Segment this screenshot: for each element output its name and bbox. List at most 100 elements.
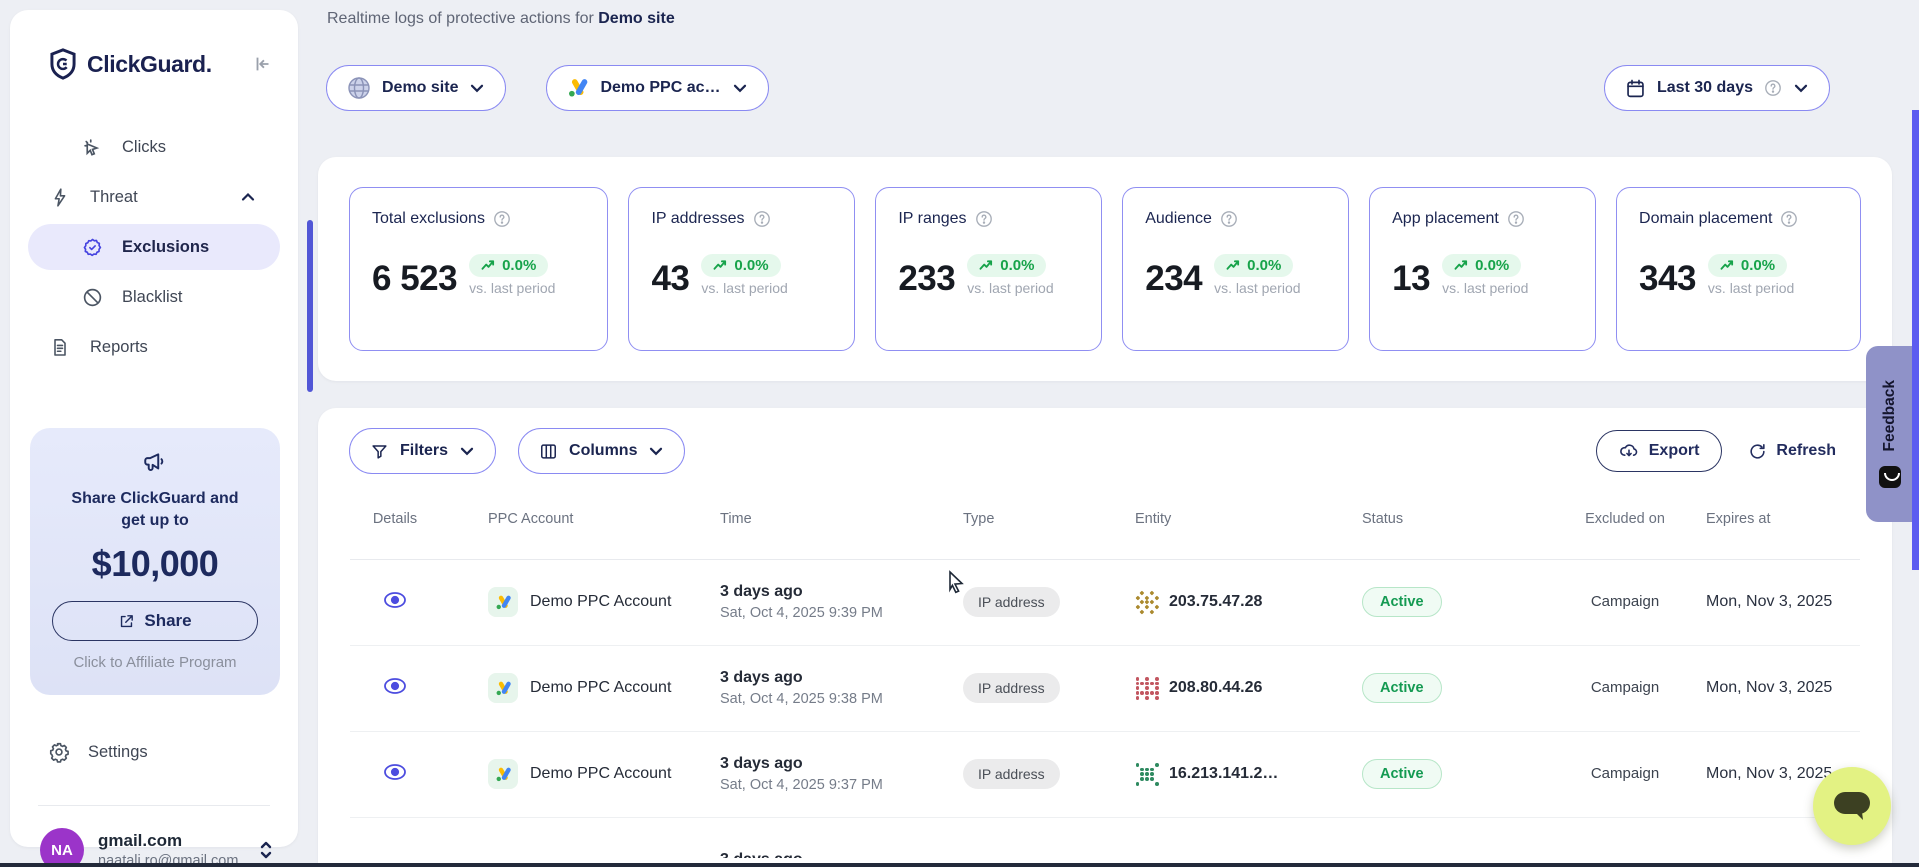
calendar-icon xyxy=(1625,78,1646,99)
entity-identicon xyxy=(1135,590,1159,614)
affiliate-promo-card[interactable]: Share ClickGuard and get up to $10,000 S… xyxy=(30,428,280,695)
refresh-button[interactable]: Refresh xyxy=(1748,442,1836,461)
badge-check-icon xyxy=(80,237,104,258)
chat-widget-button[interactable] xyxy=(1813,767,1891,845)
brand-row: ClickGuard. xyxy=(10,10,298,80)
table-row: Demo PPC Account3 days agoSat, Oct 4, 20… xyxy=(350,732,1860,818)
subtitle-site-name: Demo site xyxy=(598,10,674,27)
sidebar-item-exclusions[interactable]: Exclusions xyxy=(28,224,280,270)
megaphone-icon xyxy=(46,450,264,476)
view-details-eye-icon[interactable] xyxy=(383,591,407,609)
user-account[interactable]: NA gmail.com naatali.ro@gmail.com xyxy=(40,828,274,867)
col-excluded-on: Excluded on xyxy=(1585,510,1665,529)
divider xyxy=(38,805,270,806)
stat-value: 234 xyxy=(1145,261,1202,296)
stat-card-audience: Audience2340.0%vs. last period xyxy=(1122,187,1349,351)
stat-card-app-placement: App placement130.0%vs. last period xyxy=(1369,187,1596,351)
stat-delta-badge: 0.0% xyxy=(1214,254,1293,277)
stat-caption: vs. last period xyxy=(967,280,1053,296)
chevron-up-icon[interactable] xyxy=(240,189,256,205)
google-ads-icon xyxy=(567,77,589,99)
entity-value: 203.75.47.28 xyxy=(1169,593,1262,611)
chevron-down-icon xyxy=(648,443,664,459)
globe-icon xyxy=(347,76,371,100)
filters-button[interactable]: Filters xyxy=(349,428,496,474)
stat-caption: vs. last period xyxy=(1442,280,1528,296)
chevron-down-icon xyxy=(469,80,485,96)
help-icon xyxy=(493,210,511,228)
stat-card-ip-ranges: IP ranges2330.0%vs. last period xyxy=(875,187,1102,351)
status-badge: Active xyxy=(1362,673,1442,703)
window-bottom-edge xyxy=(0,863,1919,867)
sidebar-collapse-icon[interactable] xyxy=(252,53,274,75)
cloud-download-icon xyxy=(1619,441,1639,461)
sidebar-item-clicks[interactable]: Clicks xyxy=(28,124,280,170)
stats-panel: Total exclusions6 5230.0%vs. last period… xyxy=(318,157,1892,381)
time-relative: 3 days ago xyxy=(720,669,950,687)
google-ads-icon xyxy=(488,759,518,789)
stat-title: Domain placement xyxy=(1639,210,1772,228)
chevron-down-icon xyxy=(732,80,748,96)
ppc-account-name: Demo PPC Account xyxy=(530,593,671,611)
col-ppc-account: PPC Account xyxy=(440,510,700,529)
nav-scrollbar[interactable] xyxy=(307,220,313,392)
feedback-label: Feedback xyxy=(1881,380,1899,452)
sidebar-item-label: Reports xyxy=(90,338,148,357)
view-details-eye-icon[interactable] xyxy=(383,763,407,781)
ppc-account-selector[interactable]: Demo PPC ac… xyxy=(546,65,768,111)
type-badge: IP address xyxy=(963,673,1060,703)
help-icon xyxy=(1220,210,1238,228)
col-time: Time xyxy=(700,510,950,529)
trend-up-icon xyxy=(713,259,728,272)
status-badge: Active xyxy=(1362,759,1442,789)
time-absolute: Sat, Oct 4, 2025 9:37 PM xyxy=(720,777,950,793)
sidebar-item-label: Settings xyxy=(88,743,148,762)
col-type: Type xyxy=(950,510,1120,529)
share-button[interactable]: Share xyxy=(52,601,258,641)
clickguard-logo-icon xyxy=(48,48,78,80)
stat-delta-badge: 0.0% xyxy=(469,254,548,277)
sidebar: ClickGuard. Clicks Threat xyxy=(10,10,298,847)
chat-bubble-icon xyxy=(1830,788,1874,824)
sidebar-item-reports[interactable]: Reports xyxy=(28,324,280,370)
help-icon xyxy=(975,210,993,228)
sidebar-item-label: Blacklist xyxy=(122,288,183,307)
stat-caption: vs. last period xyxy=(701,280,787,296)
stat-delta-badge: 0.0% xyxy=(967,254,1046,277)
stat-title: Audience xyxy=(1145,210,1212,228)
site-selector[interactable]: Demo site xyxy=(326,65,506,111)
date-range-selector[interactable]: Last 30 days xyxy=(1604,65,1830,111)
sidebar-item-threat[interactable]: Threat xyxy=(28,174,280,220)
table-row-partial: 3 days ago xyxy=(350,818,1860,858)
stat-delta-badge: 0.0% xyxy=(1442,254,1521,277)
entity-value: 16.213.141.2… xyxy=(1169,765,1278,783)
stat-card-domain-placement: Domain placement3430.0%vs. last period xyxy=(1616,187,1861,351)
trend-up-icon xyxy=(979,259,994,272)
google-ads-icon xyxy=(488,587,518,617)
stat-value: 343 xyxy=(1639,261,1696,296)
sidebar-item-blacklist[interactable]: Blacklist xyxy=(28,274,280,320)
expires-at-value: Mon, Nov 3, 2025 xyxy=(1706,593,1832,610)
table-row: Demo PPC Account3 days agoSat, Oct 4, 20… xyxy=(350,646,1860,732)
chevron-down-icon xyxy=(1793,80,1809,96)
help-icon xyxy=(1764,79,1782,97)
page-scrollbar[interactable] xyxy=(1912,110,1919,570)
stat-title: IP ranges xyxy=(898,210,966,228)
trend-up-icon xyxy=(481,259,496,272)
entity-value: 208.80.44.26 xyxy=(1169,679,1262,697)
time-absolute: Sat, Oct 4, 2025 9:39 PM xyxy=(720,605,950,621)
trend-up-icon xyxy=(1226,259,1241,272)
feedback-tab[interactable]: Feedback xyxy=(1866,346,1913,522)
columns-button[interactable]: Columns xyxy=(518,428,685,474)
chevron-up-down-icon[interactable] xyxy=(258,839,274,861)
sidebar-item-label: Exclusions xyxy=(122,238,209,257)
chevron-down-icon xyxy=(459,443,475,459)
ppc-account-name: Demo PPC Account xyxy=(530,765,671,783)
expires-at-value: Mon, Nov 3, 2025 xyxy=(1706,679,1832,696)
page-subtitle: Realtime logs of protective actions for … xyxy=(327,10,675,28)
view-details-eye-icon[interactable] xyxy=(383,677,407,695)
export-button[interactable]: Export xyxy=(1596,430,1723,472)
refresh-icon xyxy=(1748,442,1767,461)
sidebar-item-settings[interactable]: Settings xyxy=(48,741,298,763)
sidebar-item-label: Threat xyxy=(90,188,138,207)
